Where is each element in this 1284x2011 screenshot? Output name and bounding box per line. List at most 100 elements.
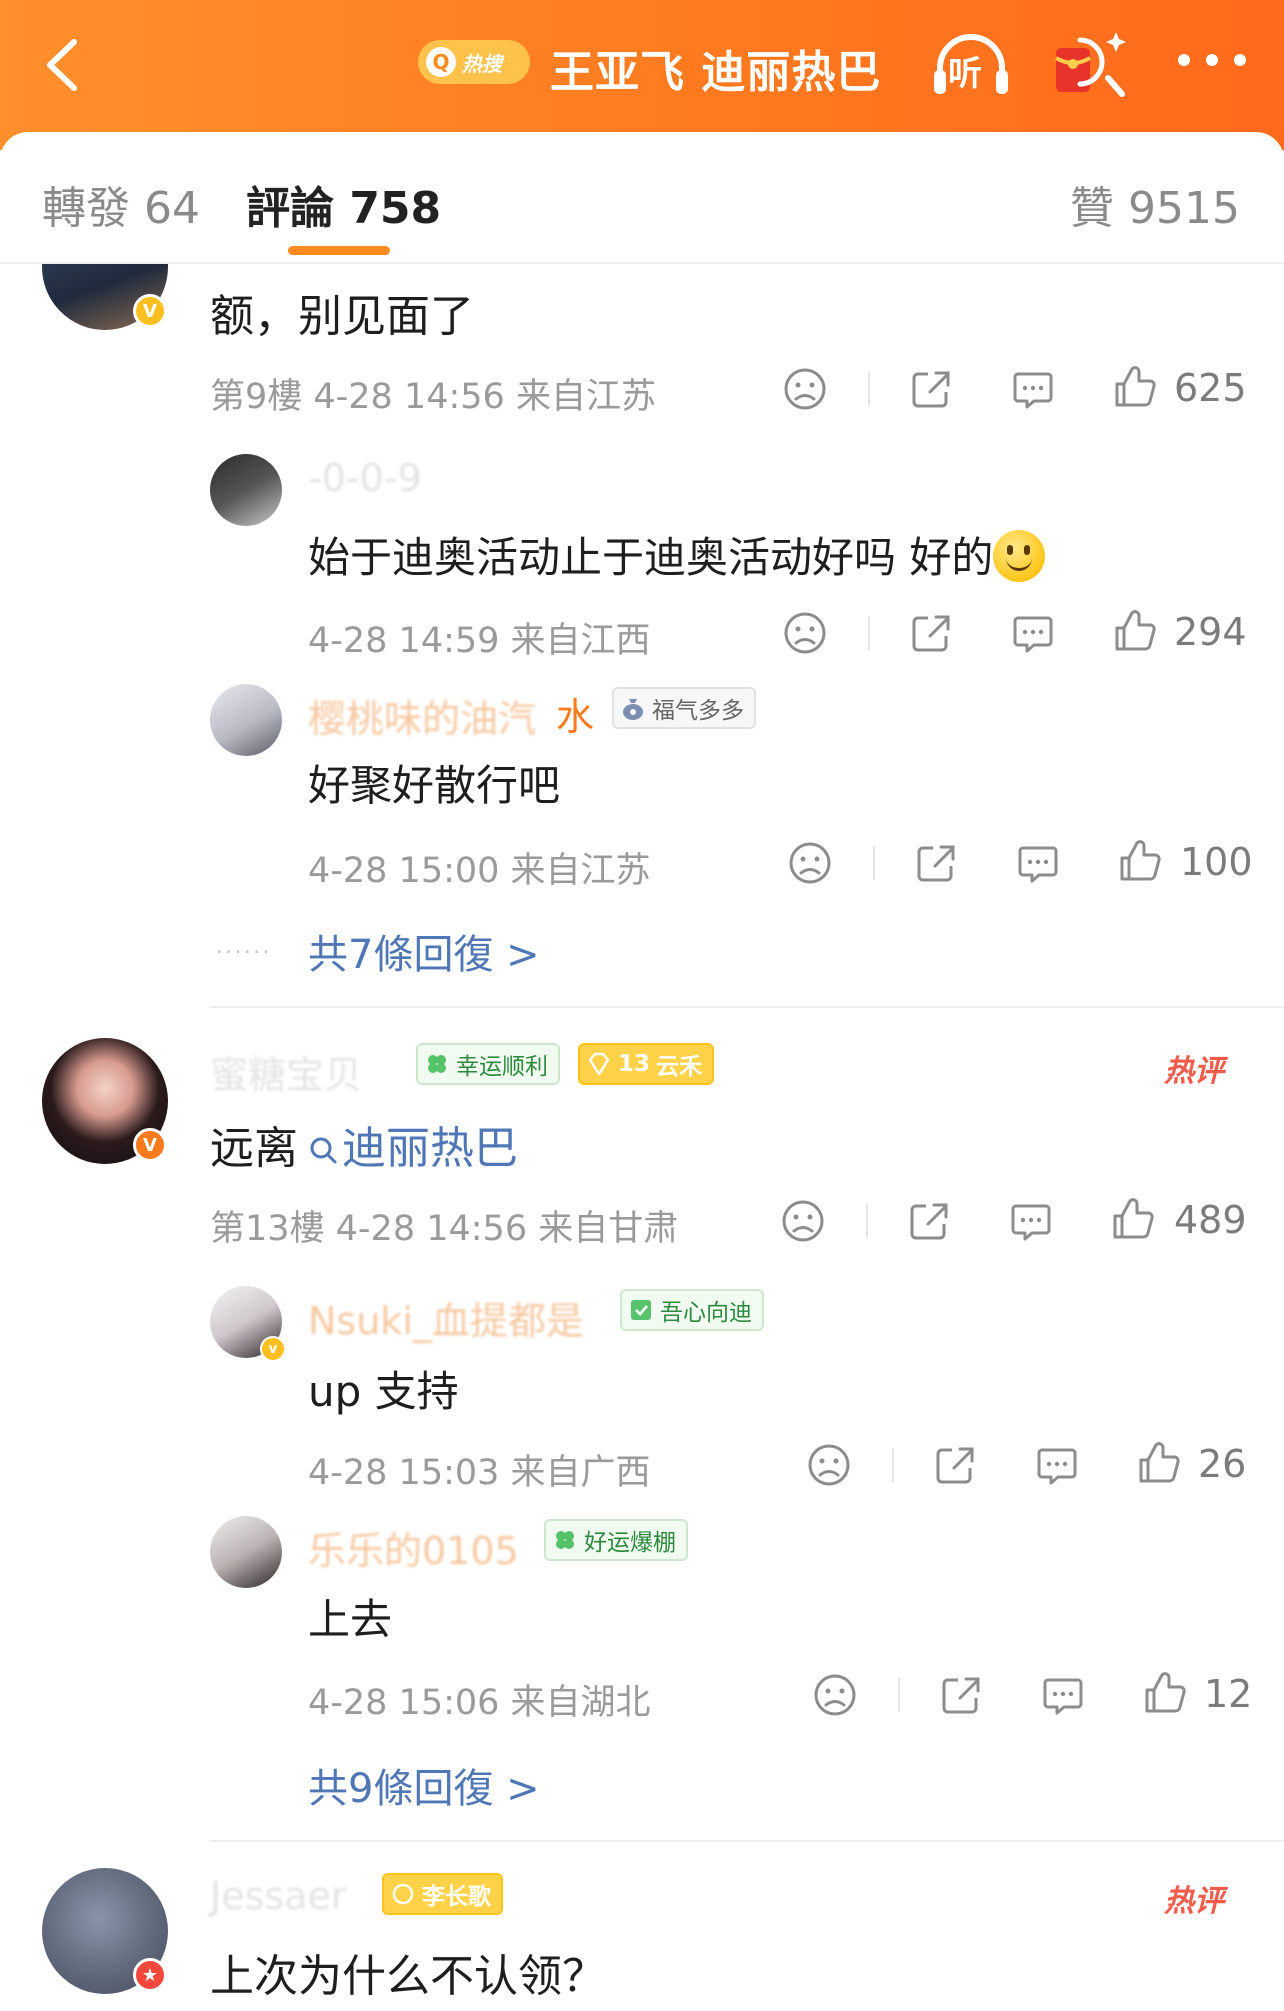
comment-icon[interactable] xyxy=(1010,610,1056,656)
listen-label: 听 xyxy=(948,54,982,94)
comment-text: 上次为什么不认领？ xyxy=(210,1951,606,2002)
share-icon[interactable] xyxy=(908,366,954,412)
dislike-face-icon[interactable] xyxy=(780,1198,826,1244)
comment-username[interactable]: Jessaer xyxy=(210,1874,346,1918)
reply-text: 始于迪奥活动止于迪奥活动好吗 好的 xyxy=(308,524,1046,585)
level-badge-label: 云禾 xyxy=(656,1054,703,1080)
divider xyxy=(892,1448,894,1482)
fan-badge[interactable]: 幸运顺利 xyxy=(416,1043,560,1085)
divider xyxy=(868,372,870,406)
more-button[interactable] xyxy=(1172,40,1252,80)
tab-repost[interactable]: 轉發 64 xyxy=(42,172,200,236)
reply-text: 好聚好散行吧 xyxy=(308,761,561,810)
red-packet-button[interactable] xyxy=(1050,26,1130,104)
comment-icon[interactable] xyxy=(1040,1672,1086,1718)
reply-text: 上去 xyxy=(308,1595,393,1644)
hot-comment-label: 热评 xyxy=(1164,1884,1224,1919)
hot-search-label: 热搜 xyxy=(462,51,502,76)
avatar[interactable] xyxy=(210,684,282,756)
verified-badge-icon: V xyxy=(133,1128,167,1162)
smile-emoji-icon xyxy=(993,530,1046,582)
view-all-replies-link[interactable]: 共7條回復 > xyxy=(308,922,540,980)
topic-link[interactable]: 迪丽热巴 xyxy=(342,1123,518,1174)
red-packet-icon xyxy=(1054,32,1126,97)
verified-badge-icon: V xyxy=(133,294,167,328)
comment-text: 额，别见面了 xyxy=(210,291,474,342)
share-icon[interactable] xyxy=(913,840,959,886)
comment-icon[interactable] xyxy=(1008,1198,1054,1244)
avatar[interactable] xyxy=(210,454,282,526)
thumbs-up-icon[interactable] xyxy=(1112,608,1158,654)
reply-username[interactable]: Nsuki_血提都是 xyxy=(308,1290,584,1345)
fan-badge[interactable]: 李长歌 xyxy=(382,1873,503,1915)
comment-text: 远离 迪丽热巴 xyxy=(210,1112,518,1176)
level-badge[interactable]: 13 云禾 xyxy=(578,1043,715,1085)
fan-badge-label: 吾心向迪 xyxy=(660,1300,752,1326)
reply-username[interactable]: -0-0-9 xyxy=(308,456,422,500)
comment-text-prefix: 远离 xyxy=(210,1123,298,1174)
back-button[interactable] xyxy=(30,30,100,100)
share-icon[interactable] xyxy=(908,610,954,656)
top-bar: Q 热搜 王亚飞 迪丽热巴 听 xyxy=(0,0,1284,150)
hot-search-pill[interactable]: Q 热搜 xyxy=(418,40,530,84)
fan-badge[interactable]: 福气多多 xyxy=(612,687,756,729)
like-count: 100 xyxy=(1180,840,1253,884)
thumbs-up-icon[interactable] xyxy=(1112,364,1158,410)
share-icon[interactable] xyxy=(932,1442,978,1488)
verified-badge-icon: v xyxy=(260,1336,286,1362)
reply-meta: 4-28 15:00 来自江苏 xyxy=(308,851,651,891)
comment-divider xyxy=(210,1840,1284,1842)
reply-meta: 4-28 15:06 来自湖北 xyxy=(308,1683,651,1723)
hot-comment-label: 热评 xyxy=(1164,1054,1224,1089)
listen-button[interactable]: 听 xyxy=(930,30,1012,100)
diamond-icon xyxy=(586,1051,612,1077)
dislike-face-icon[interactable] xyxy=(812,1672,858,1718)
like-count: 26 xyxy=(1198,1442,1247,1486)
reply-text-content: 始于迪奥活动止于迪奥活动好吗 好的 xyxy=(308,533,994,582)
reply-meta: 4-28 15:03 来自广西 xyxy=(308,1453,651,1493)
comment-meta: 第13樓 4-28 14:56 来自甘肃 xyxy=(210,1209,679,1249)
reply-text: up 支持 xyxy=(308,1367,459,1416)
dislike-face-icon[interactable] xyxy=(787,840,833,886)
clover-icon xyxy=(552,1527,578,1553)
thumbs-up-icon[interactable] xyxy=(1117,838,1163,884)
fan-badge-label: 李长歌 xyxy=(422,1884,491,1910)
back-arrow-icon xyxy=(47,39,77,91)
tab-active-indicator xyxy=(288,246,390,255)
dislike-face-icon[interactable] xyxy=(806,1442,852,1488)
fan-badge-label: 好运爆棚 xyxy=(584,1530,676,1556)
dislike-face-icon[interactable] xyxy=(782,610,828,656)
tab-likes[interactable]: 贊 9515 xyxy=(1070,172,1240,236)
page-title[interactable]: 王亚飞 迪丽热巴 xyxy=(550,36,881,100)
like-count: 489 xyxy=(1174,1198,1247,1242)
like-count: 625 xyxy=(1174,366,1247,410)
fan-badge[interactable]: 吾心向迪 xyxy=(620,1289,764,1331)
comment-icon[interactable] xyxy=(1010,366,1056,412)
comment-username[interactable]: 蜜糖宝贝 xyxy=(210,1044,362,1099)
reply-username[interactable]: 乐乐的0105 xyxy=(308,1520,519,1575)
thumbs-up-icon[interactable] xyxy=(1136,1440,1182,1486)
reply-meta: 4-28 14:59 来自江西 xyxy=(308,621,651,661)
tab-comments[interactable]: 評論 758 xyxy=(246,172,441,236)
comment-icon[interactable] xyxy=(1034,1442,1080,1488)
search-icon: Q xyxy=(426,47,456,77)
dislike-face-icon[interactable] xyxy=(782,366,828,412)
reply-username-tail[interactable]: 水 xyxy=(556,686,594,741)
fan-badge-icon xyxy=(390,1881,416,1907)
like-count: 294 xyxy=(1174,610,1247,654)
fan-badge[interactable]: 好运爆棚 xyxy=(544,1519,688,1561)
comment-icon[interactable] xyxy=(1015,840,1061,886)
thumbs-up-icon[interactable] xyxy=(1110,1196,1156,1242)
fan-badge-label: 福气多多 xyxy=(652,698,744,724)
reply-username[interactable]: 樱桃味的油汽 xyxy=(308,688,536,743)
view-all-replies-link[interactable]: 共9條回復 > xyxy=(308,1756,540,1814)
thread-dots: ...... xyxy=(216,934,273,958)
share-icon[interactable] xyxy=(906,1198,952,1244)
comment-meta: 第9樓 4-28 14:56 来自江苏 xyxy=(210,377,656,417)
share-icon[interactable] xyxy=(938,1672,984,1718)
like-count: 12 xyxy=(1204,1672,1253,1716)
tab-bar: 轉發 64 評論 758 贊 9515 xyxy=(0,132,1284,264)
divider xyxy=(873,846,875,880)
thumbs-up-icon[interactable] xyxy=(1142,1670,1188,1716)
avatar[interactable] xyxy=(210,1516,282,1588)
